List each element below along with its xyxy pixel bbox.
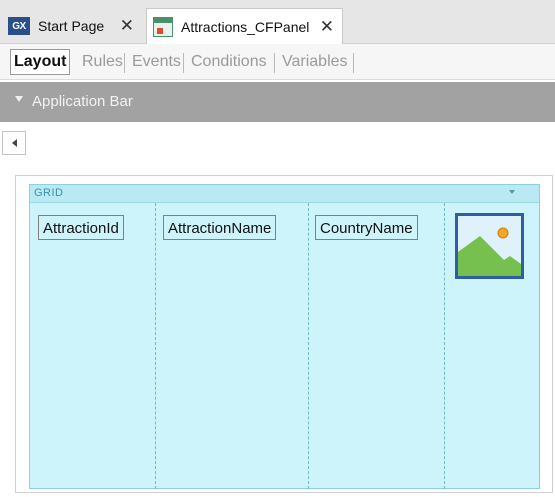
column-attraction-name[interactable]: AttractionName (163, 215, 277, 240)
caret-down-icon[interactable] (15, 96, 23, 102)
close-icon[interactable]: ✕ (120, 16, 134, 36)
image-placeholder-icon[interactable] (455, 213, 524, 279)
grid-header: GRID (30, 185, 539, 203)
subtab-variables[interactable]: Variables (282, 50, 348, 74)
tab-attractions-cfpanel-label: Attractions_CFPanel (181, 18, 310, 35)
tab-attractions-cfpanel[interactable]: Attractions_CFPanel ✕ (146, 8, 343, 44)
document-tab-strip: GX Start Page ✕ Attractions_CFPanel ✕ (0, 0, 555, 44)
grid-label: GRID (34, 187, 64, 199)
gx-icon: GX (8, 17, 30, 35)
column-attraction-id[interactable]: AttractionId (38, 215, 124, 240)
column-country-name[interactable]: CountryName (315, 215, 418, 240)
close-icon[interactable]: ✕ (320, 17, 334, 37)
tab-start-page-label: Start Page (38, 18, 105, 34)
subtab-events[interactable]: Events (132, 50, 181, 74)
subtab-separator (124, 53, 125, 73)
application-bar[interactable]: Application Bar (0, 82, 555, 122)
editor-subtabs: Layout Rules Events Conditions Variables (0, 44, 555, 80)
subtab-separator (353, 53, 354, 73)
subtab-rules[interactable]: Rules (82, 50, 123, 74)
collapse-panel-button[interactable] (2, 131, 26, 155)
tab-start-page[interactable]: GX Start Page ✕ (8, 8, 142, 44)
subtab-separator (183, 53, 184, 73)
application-bar-title: Application Bar (32, 93, 133, 110)
column-divider (444, 203, 445, 489)
subtab-conditions[interactable]: Conditions (191, 50, 267, 74)
subtab-separator (274, 53, 275, 73)
caret-down-icon[interactable] (509, 190, 515, 194)
column-divider (308, 203, 309, 489)
column-divider (155, 203, 156, 489)
panel-icon (153, 16, 173, 37)
subtab-layout[interactable]: Layout (10, 49, 71, 75)
chevron-left-icon (12, 139, 17, 147)
